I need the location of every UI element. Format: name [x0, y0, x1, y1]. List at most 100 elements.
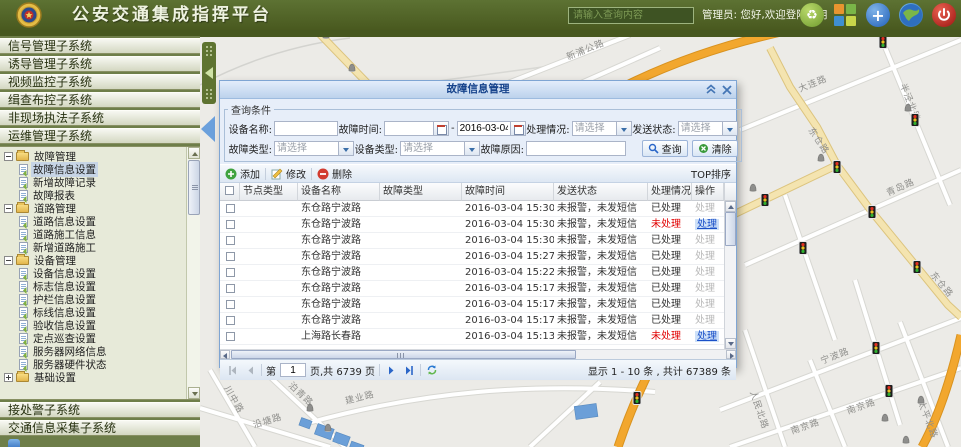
scroll-down-arrow-icon[interactable]: [188, 387, 200, 399]
dialog-titlebar[interactable]: 故障信息管理: [220, 81, 736, 99]
fault-reason-input[interactable]: [526, 141, 626, 156]
collapse-expander-icon[interactable]: [4, 152, 13, 161]
power-icon[interactable]: [932, 3, 956, 27]
first-page-button[interactable]: [225, 363, 239, 377]
data-grid: 节点类型 设备名称 故障类型 故障时间 发送状态 处理情况 操作 东仓路宁波路2…: [220, 183, 736, 349]
sidebar-item-operations[interactable]: 运维管理子系统: [0, 128, 200, 144]
top-header-bar: 公安交通集成指挥平台 管理员: 您好,欢迎登陆使用 ♻ +: [0, 0, 961, 30]
calendar-trigger-icon[interactable]: [511, 121, 526, 136]
sidebar-tree-panel: 故障管理 故障信息设置 新增故障记录 故障报表 道路管理 道路信息设置 道路施工…: [0, 146, 200, 400]
grid-horizontal-scrollbar[interactable]: [220, 349, 736, 359]
grid-vertical-scrollbar[interactable]: [724, 183, 736, 349]
expand-expander-icon[interactable]: [4, 373, 13, 382]
sidebar-collapse-handle[interactable]: [202, 42, 216, 104]
combo-trigger-icon[interactable]: [339, 141, 354, 156]
tree-scrollbar[interactable]: [186, 147, 200, 399]
prev-page-button[interactable]: [243, 363, 257, 377]
table-row[interactable]: 东仓路宁波路2016-03-04 15:17:01未报警，未发短信已处理处理: [220, 281, 724, 297]
date-to-input[interactable]: [457, 121, 511, 136]
combo-trigger-icon[interactable]: [617, 121, 632, 136]
grid-body: 东仓路宁波路2016-03-04 15:30:00未报警，未发短信已处理处理 东…: [220, 201, 724, 349]
send-status-select[interactable]: 请选择: [678, 121, 738, 136]
tree-folder-collapsed[interactable]: 基础设置: [4, 371, 200, 384]
table-row[interactable]: 东仓路宁波路2016-03-04 15:22:50未报警，未发短信已处理处理: [220, 265, 724, 281]
sidebar-item-signal[interactable]: 信号管理子系统: [0, 38, 200, 54]
calendar-trigger-icon[interactable]: [434, 121, 449, 136]
close-icon[interactable]: [721, 84, 733, 96]
globe-icon[interactable]: [899, 3, 923, 27]
handle-link-disabled: 处理: [695, 299, 715, 310]
handle-link[interactable]: 处理: [695, 331, 719, 342]
scrollbar-thumb[interactable]: [231, 350, 576, 359]
table-row[interactable]: 东仓路宁波路2016-03-04 15:30:00未报警，未发短信已处理处理: [220, 201, 724, 217]
fault-info-dialog: 故障信息管理 查询条件 设备名称: 故障时间: -: [219, 80, 737, 368]
table-row[interactable]: 东仓路宁波路2016-03-04 15:17:01未报警，未发短信已处理处理: [220, 297, 724, 313]
edit-button[interactable]: 修改: [271, 166, 306, 181]
search-button[interactable]: 查询: [642, 140, 688, 157]
row-checkbox[interactable]: [220, 297, 240, 312]
scroll-up-arrow-icon[interactable]: [188, 147, 200, 159]
sidebar-item-offsite[interactable]: 非现场执法子系统: [0, 110, 200, 126]
device-name-input[interactable]: [274, 121, 338, 136]
sidebar-item-traffic-info[interactable]: 交通信息采集子系统: [0, 420, 200, 436]
table-row[interactable]: 东仓路宁波路2016-03-04 15:30:00未报警，未发短信未处理处理: [220, 217, 724, 233]
combo-trigger-icon[interactable]: [465, 141, 480, 156]
row-checkbox[interactable]: [220, 281, 240, 296]
row-checkbox[interactable]: [220, 313, 240, 328]
collapse-expander-icon[interactable]: [4, 256, 13, 265]
scroll-up-arrow-icon[interactable]: [725, 201, 736, 212]
refresh-button[interactable]: [425, 363, 439, 377]
table-row[interactable]: 东仓路宁波路2016-03-04 15:27:00未报警，未发短信已处理处理: [220, 249, 724, 265]
taskbar-icon[interactable]: [8, 439, 20, 447]
handle-link[interactable]: 处理: [695, 219, 719, 230]
device-type-select[interactable]: 请选择: [400, 141, 480, 156]
sidebar-item-alarm[interactable]: 接处警子系统: [0, 402, 200, 418]
sidebar: 信号管理子系统 诱导管理子系统 视频监控子系统 缉查布控子系统 非现场执法子系统…: [0, 36, 200, 447]
clear-button[interactable]: 清除: [692, 140, 738, 157]
next-page-button[interactable]: [384, 363, 398, 377]
row-checkbox[interactable]: [220, 249, 240, 264]
sidebar-item-guidance[interactable]: 诱导管理子系统: [0, 56, 200, 72]
scrollbar-thumb[interactable]: [725, 212, 736, 246]
add-button[interactable]: 添加: [225, 166, 260, 181]
col-fault-time[interactable]: 故障时间: [462, 183, 554, 201]
row-checkbox[interactable]: [220, 217, 240, 232]
row-checkbox[interactable]: [220, 201, 240, 216]
panel-collapse-arrow-icon[interactable]: [201, 116, 215, 142]
collapse-expander-icon[interactable]: [4, 204, 13, 213]
table-row[interactable]: 上海路长春路2016-03-04 15:13:45未报警，未发短信未处理处理: [220, 329, 724, 345]
app-grid-icon[interactable]: [833, 3, 857, 27]
combo-trigger-icon[interactable]: [723, 121, 738, 136]
sidebar-item-video[interactable]: 视频监控子系统: [0, 74, 200, 90]
last-page-button[interactable]: [402, 363, 416, 377]
col-device-name[interactable]: 设备名称: [298, 183, 380, 201]
scroll-right-arrow-icon[interactable]: [726, 350, 736, 359]
col-send-status[interactable]: 发送状态: [554, 183, 648, 201]
scroll-left-arrow-icon[interactable]: [220, 350, 230, 359]
page-number-input[interactable]: [280, 363, 306, 377]
col-handle-status[interactable]: 处理情况: [648, 183, 692, 201]
scroll-down-arrow-icon[interactable]: [725, 338, 736, 349]
collapse-tool-icon[interactable]: [705, 84, 717, 96]
scrollbar-thumb[interactable]: [188, 160, 200, 215]
select-all-checkbox[interactable]: [220, 183, 240, 201]
recycle-icon[interactable]: ♻: [800, 3, 824, 27]
row-checkbox[interactable]: [220, 265, 240, 280]
table-row[interactable]: 东仓路宁波路2016-03-04 15:17:01未报警，未发短信已处理处理: [220, 313, 724, 329]
top-sort-button[interactable]: TOP排序: [691, 166, 731, 181]
row-checkbox[interactable]: [220, 329, 240, 344]
col-fault-type[interactable]: 故障类型: [380, 183, 462, 201]
global-search-input[interactable]: [568, 7, 694, 24]
handle-status-select[interactable]: 请选择: [572, 121, 632, 136]
fault-type-select[interactable]: 请选择: [274, 141, 354, 156]
table-row[interactable]: 东仓路宁波路2016-03-04 15:30:00未报警，未发短信已处理处理: [220, 233, 724, 249]
date-from-input[interactable]: [384, 121, 434, 136]
sidebar-item-investigation[interactable]: 缉查布控子系统: [0, 92, 200, 108]
col-node-type[interactable]: 节点类型: [240, 183, 298, 201]
page-icon: [19, 307, 28, 318]
plus-icon[interactable]: +: [866, 3, 890, 27]
col-operation[interactable]: 操作: [692, 183, 724, 201]
grip-dots-icon: [206, 46, 213, 57]
row-checkbox[interactable]: [220, 233, 240, 248]
delete-button[interactable]: 删除: [317, 166, 352, 181]
